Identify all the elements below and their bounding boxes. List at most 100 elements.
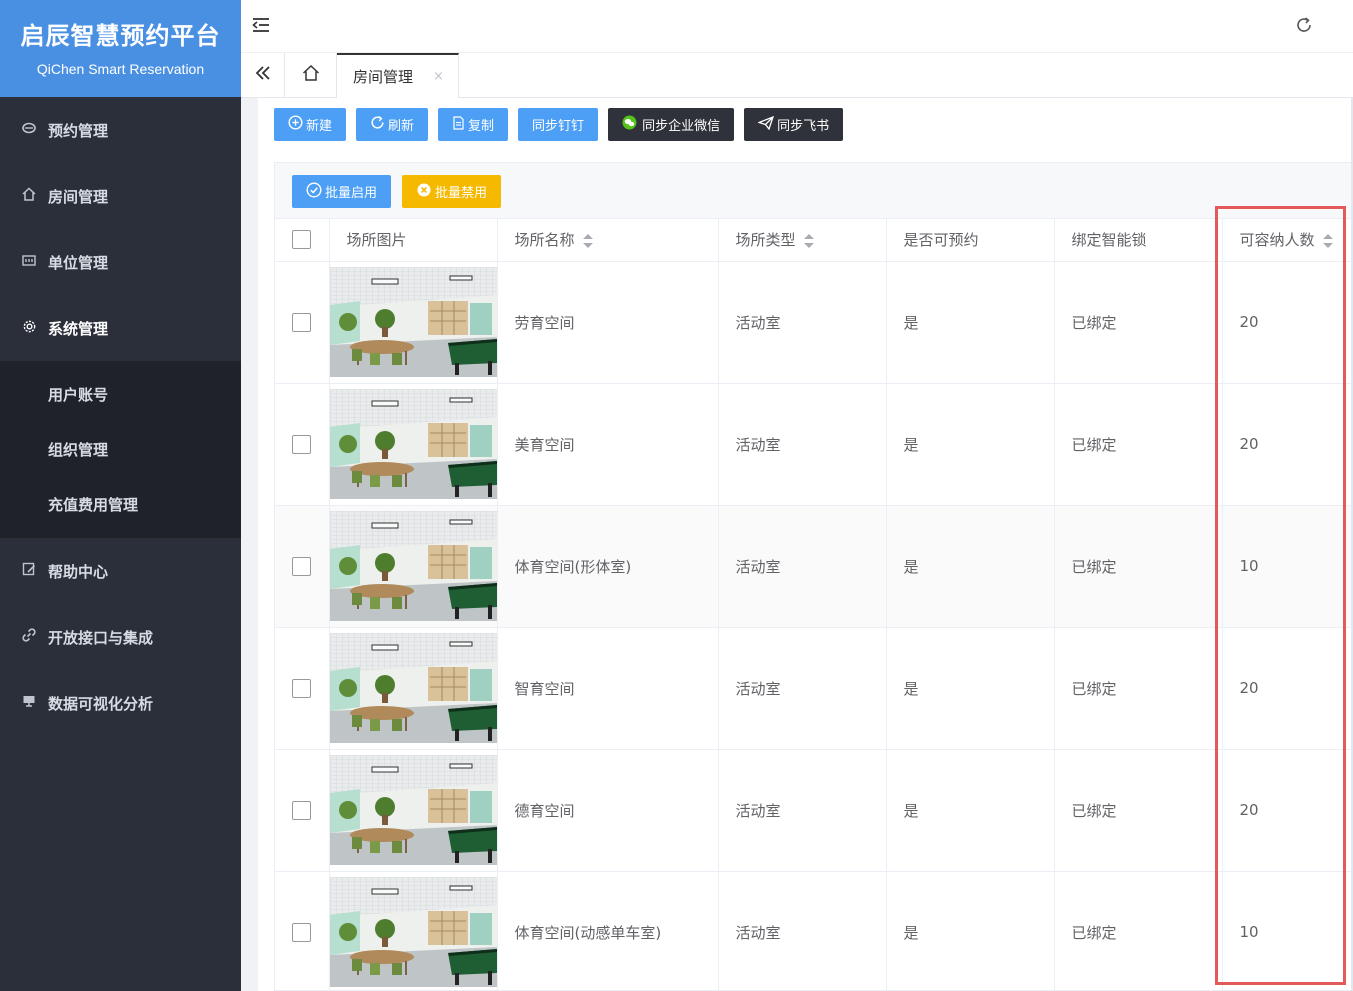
sort-icon[interactable] <box>803 233 814 248</box>
room-type: 活动室 <box>718 871 887 991</box>
batch-disable-button[interactable]: 批量禁用 <box>402 175 502 208</box>
room-photo <box>329 877 497 987</box>
sync-feishu-button[interactable]: 同步飞书 <box>744 108 844 141</box>
room-image-cell <box>329 383 498 506</box>
tabs-collapse-button[interactable] <box>241 53 285 97</box>
column-header-image: 场所图片 <box>329 219 498 262</box>
room-name: 智育空间 <box>497 627 719 750</box>
menu-fold-icon[interactable] <box>251 15 271 35</box>
reservation-icon <box>20 122 38 138</box>
sync-wecom-button[interactable]: 同步企业微信 <box>608 108 735 141</box>
batch-enable-button[interactable]: 批量启用 <box>292 175 392 208</box>
room-photo <box>329 389 497 499</box>
sidebar-subitem-recharge-fees[interactable]: 充值费用管理 <box>0 477 241 532</box>
column-header-capacity-label: 可容纳人数 <box>1239 231 1315 250</box>
room-capacity: 20 <box>1222 749 1353 872</box>
room-capacity: 20 <box>1222 627 1353 750</box>
select-all-checkbox[interactable] <box>292 230 312 250</box>
sidebar-item-label: 单位管理 <box>48 253 109 272</box>
home-icon <box>302 64 320 86</box>
row-checkbox[interactable] <box>292 800 312 820</box>
column-header-name[interactable]: 场所名称 <box>497 219 719 262</box>
row-checkbox-cell <box>275 749 330 872</box>
sidebar-item-units[interactable]: 单位管理 <box>0 229 241 295</box>
row-checkbox[interactable] <box>292 556 312 576</box>
sync-dingtalk-label: 同步钉钉 <box>532 119 585 134</box>
row-checkbox-cell <box>275 871 330 991</box>
tab-home[interactable] <box>285 53 337 97</box>
sidebar-subitem-user-accounts[interactable]: 用户账号 <box>0 367 241 422</box>
room-capacity: 20 <box>1222 261 1353 384</box>
table-row[interactable]: 体育空间(形体室) 活动室 是 已绑定 10 <box>275 505 1353 628</box>
table-row[interactable]: 德育空间 活动室 是 已绑定 20 <box>275 749 1353 872</box>
copy-button-label: 复制 <box>468 119 495 134</box>
table-row[interactable]: 美育空间 活动室 是 已绑定 20 <box>275 383 1353 506</box>
column-header-type-label: 场所类型 <box>735 231 796 250</box>
sort-icon[interactable] <box>582 233 593 248</box>
main-content: 新建 刷新 复制 同步钉钉 同步企业微信 同步飞书 批量启用 批量禁用 场所图片… <box>258 98 1353 991</box>
sidebar-item-label: 房间管理 <box>48 187 109 206</box>
system-submenu: 用户账号 组织管理 充值费用管理 <box>0 361 241 538</box>
row-checkbox[interactable] <box>292 922 312 942</box>
monitor-icon <box>20 695 38 711</box>
copy-button[interactable]: 复制 <box>438 108 509 141</box>
room-table-panel: 批量启用 批量禁用 场所图片 场所名称 场所类型 是否可预约 绑定智能锁 可容纳… <box>274 162 1353 991</box>
sync-feishu-label: 同步飞书 <box>777 119 830 134</box>
select-all-checkbox-cell <box>275 219 330 262</box>
room-type: 活动室 <box>718 749 887 872</box>
sort-icon[interactable] <box>1322 233 1333 248</box>
room-image-cell <box>329 627 498 750</box>
row-checkbox-cell <box>275 505 330 628</box>
refresh-button-label: 刷新 <box>388 119 415 134</box>
row-checkbox[interactable] <box>292 434 312 454</box>
table-row[interactable]: 智育空间 活动室 是 已绑定 20 <box>275 627 1353 750</box>
sidebar-item-open-api[interactable]: 开放接口与集成 <box>0 604 241 670</box>
refresh-button[interactable]: 刷新 <box>356 108 429 141</box>
room-lock-status: 已绑定 <box>1054 871 1223 991</box>
table-row[interactable]: 劳育空间 活动室 是 已绑定 20 <box>275 261 1353 384</box>
column-header-type[interactable]: 场所类型 <box>718 219 887 262</box>
sync-dingtalk-button[interactable]: 同步钉钉 <box>518 108 599 141</box>
room-photo <box>329 267 497 377</box>
room-image-cell <box>329 261 498 384</box>
room-lock-status: 已绑定 <box>1054 627 1223 750</box>
sidebar-item-rooms[interactable]: 房间管理 <box>0 163 241 229</box>
room-lock-status: 已绑定 <box>1054 261 1223 384</box>
home-icon <box>20 187 38 205</box>
building-icon <box>20 254 38 270</box>
room-bookable: 是 <box>886 261 1055 384</box>
batch-enable-label: 批量启用 <box>325 186 378 201</box>
row-checkbox[interactable] <box>292 312 312 332</box>
column-header-capacity[interactable]: 可容纳人数 <box>1222 219 1353 262</box>
room-photo <box>329 633 497 743</box>
sidebar-subitem-organization[interactable]: 组织管理 <box>0 422 241 477</box>
link-icon <box>20 628 38 646</box>
x-circle-icon <box>416 182 432 202</box>
refresh-icon <box>370 115 385 134</box>
batch-actions-bar: 批量启用 批量禁用 <box>275 163 1352 219</box>
close-icon[interactable]: × <box>433 69 444 84</box>
column-header-bookable: 是否可预约 <box>886 219 1055 262</box>
send-icon <box>757 115 775 134</box>
column-header-name-label: 场所名称 <box>514 231 575 250</box>
new-button[interactable]: 新建 <box>274 108 347 141</box>
room-image-cell <box>329 871 498 991</box>
sidebar-item-help[interactable]: 帮助中心 <box>0 538 241 604</box>
plus-circle-icon <box>288 115 303 134</box>
document-icon <box>452 115 465 134</box>
sidebar-item-reservation[interactable]: 预约管理 <box>0 97 241 163</box>
sidebar-item-data-visualization[interactable]: 数据可视化分析 <box>0 670 241 736</box>
row-checkbox[interactable] <box>292 678 312 698</box>
row-checkbox-cell <box>275 383 330 506</box>
tab-room-management[interactable]: 房间管理 × <box>337 53 459 98</box>
table-row[interactable]: 体育空间(动感单车室) 活动室 是 已绑定 10 <box>275 871 1353 991</box>
room-photo <box>329 755 497 865</box>
check-circle-icon <box>306 181 322 202</box>
tab-bar: 房间管理 × <box>241 53 1353 98</box>
room-image-cell <box>329 505 498 628</box>
room-lock-status: 已绑定 <box>1054 383 1223 506</box>
sidebar-item-system[interactable]: 系统管理 <box>0 295 241 361</box>
room-type: 活动室 <box>718 627 887 750</box>
sidebar: 启辰智慧预约平台 QiChen Smart Reservation 预约管理 房… <box>0 0 241 991</box>
refresh-icon[interactable] <box>1295 16 1313 34</box>
